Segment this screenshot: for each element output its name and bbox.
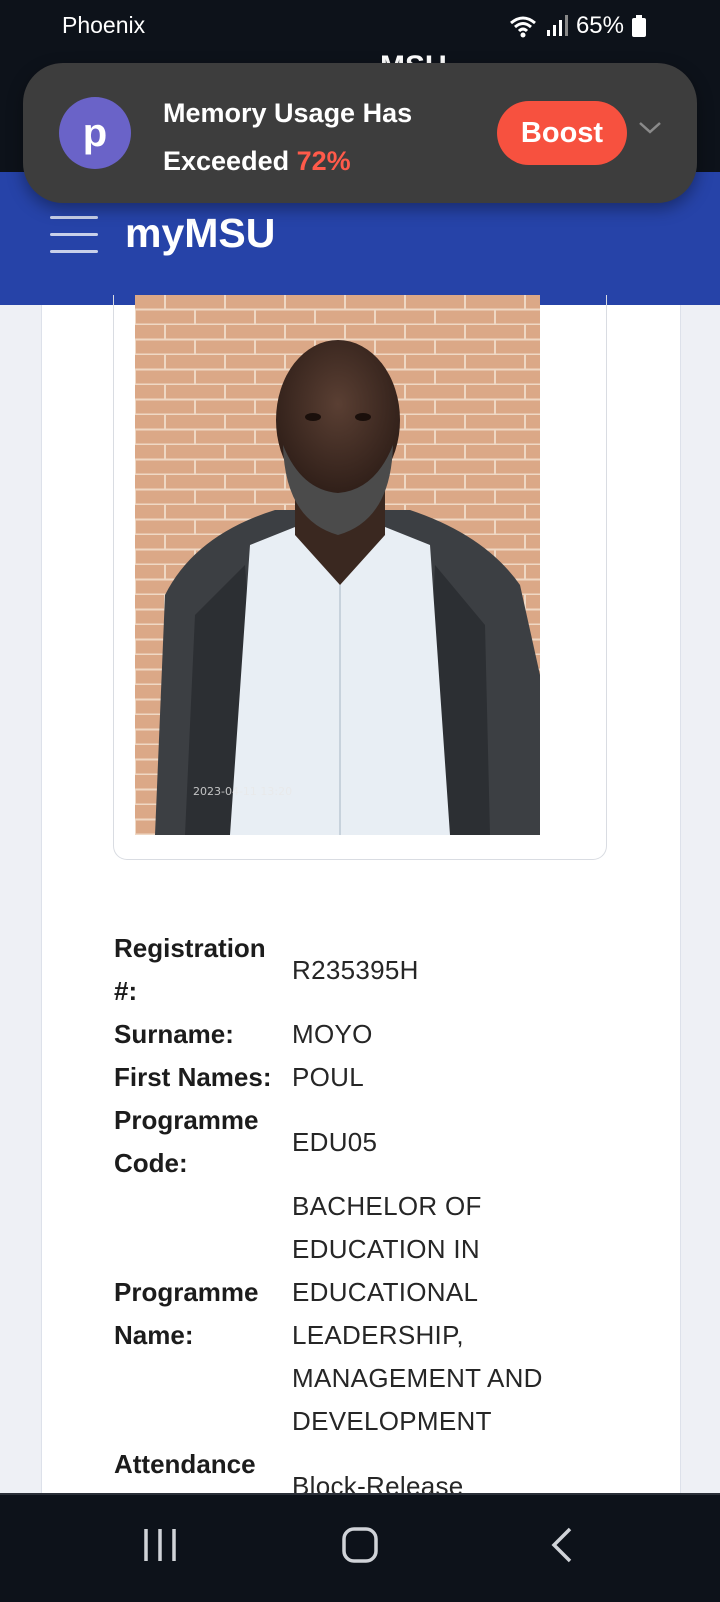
detail-row-programme-code: Programme Code: EDU05 (114, 1099, 634, 1185)
registration-value: R235395H (292, 954, 419, 985)
detail-row-first-names: First Names: POUL (114, 1056, 634, 1099)
notification-message: Memory Usage Has Exceeded 72% (163, 89, 463, 185)
surname-value: MOYO (292, 1019, 373, 1049)
boost-button[interactable]: Boost (497, 101, 627, 165)
detail-row-programme-name: Programme Name: BACHELOR OF EDUCATION IN… (114, 1185, 634, 1443)
status-icons: 65% (508, 12, 646, 40)
photo-frame: 2023-04-11 13:20 (113, 295, 607, 860)
surname-label: Surname: (114, 1019, 234, 1049)
memory-notification[interactable]: p Memory Usage Has Exceeded 72% Boost (23, 63, 697, 203)
app-title: myMSU (125, 210, 276, 256)
chevron-down-icon[interactable] (637, 117, 663, 137)
battery-percent: 65% (575, 12, 624, 39)
registration-label: Registration #: (114, 933, 266, 1006)
detail-row-registration: Registration #: R235395H (114, 927, 634, 1013)
student-details: Registration #: R235395H Surname: MOYO F… (114, 927, 634, 1529)
memory-percent: 72% (296, 146, 351, 176)
signal-icon (546, 15, 568, 36)
student-card: 2023-04-11 13:20 Registration #: R235395… (41, 295, 681, 1522)
app-logo-icon: p (59, 97, 131, 169)
programme-name-value: BACHELOR OF EDUCATION IN EDUCATIONAL LEA… (292, 1191, 543, 1436)
photo-timestamp: 2023-04-11 13:20 (193, 785, 292, 798)
battery-icon (632, 15, 646, 37)
system-nav-bar (0, 1493, 720, 1602)
back-icon[interactable] (548, 1525, 576, 1565)
home-icon[interactable] (341, 1525, 379, 1565)
student-photo: 2023-04-11 13:20 (135, 295, 540, 835)
carrier-name: Phoenix (62, 12, 146, 38)
recent-apps-icon[interactable] (142, 1525, 178, 1565)
programme-code-value: EDU05 (292, 1126, 378, 1157)
detail-row-surname: Surname: MOYO (114, 1013, 634, 1056)
wifi-icon (509, 16, 536, 38)
first-names-value: POUL (292, 1062, 365, 1092)
programme-name-label: Programme Name: (114, 1277, 259, 1350)
programme-code-label: Programme Code: (114, 1105, 259, 1178)
menu-icon[interactable] (50, 216, 98, 253)
notification-line2: Exceeded (163, 146, 290, 176)
first-names-label: First Names: (114, 1062, 272, 1092)
notification-line1: Memory Usage Has (163, 98, 413, 128)
